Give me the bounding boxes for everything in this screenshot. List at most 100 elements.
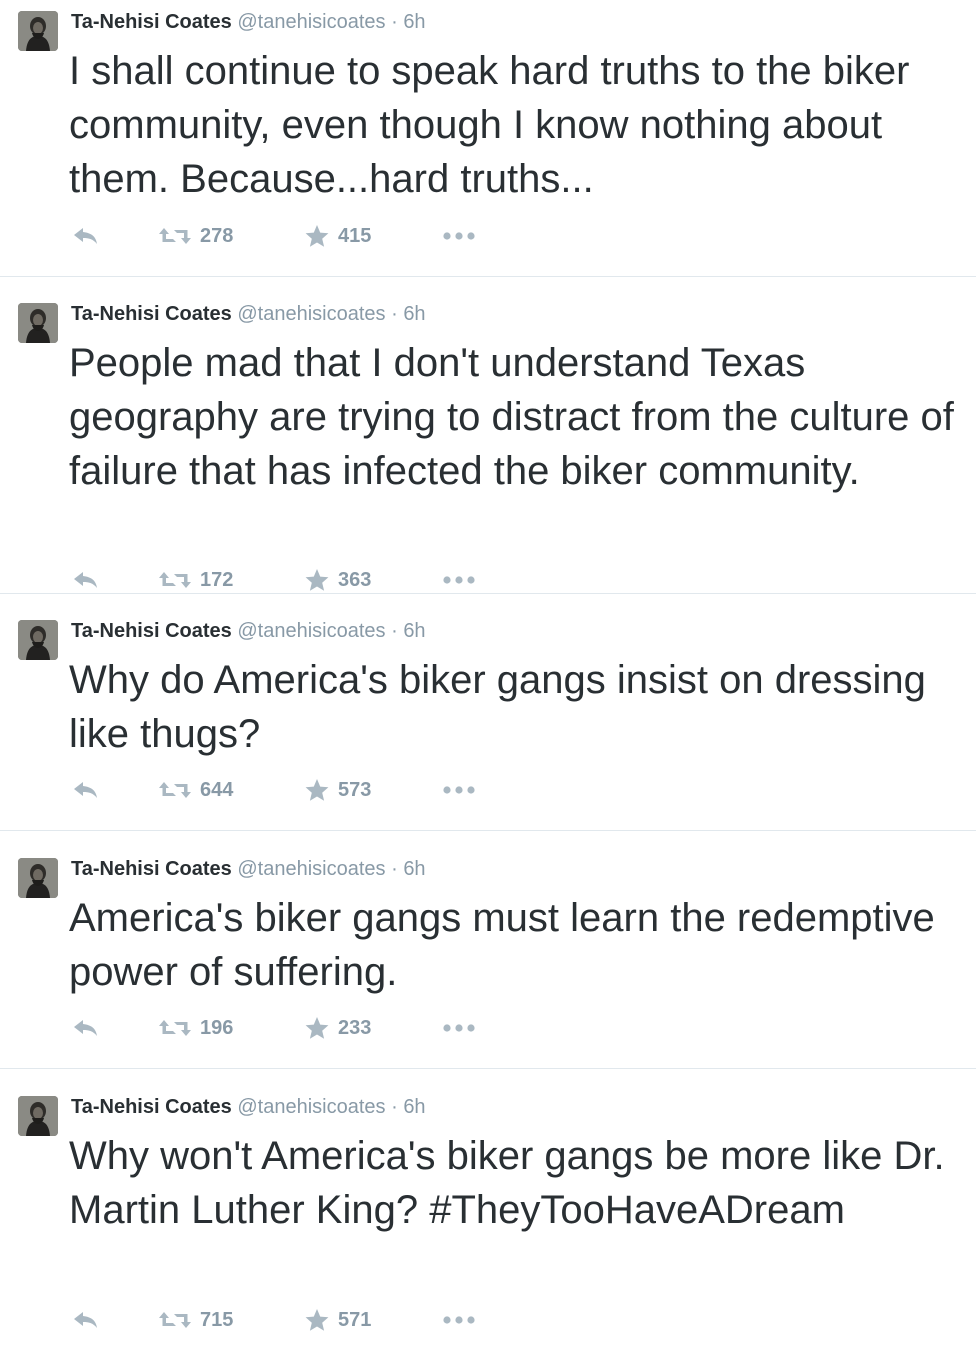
tweet[interactable]: Ta-Nehisi Coates @tanehisicoates · 6h Am… (0, 847, 976, 1069)
star-icon (305, 1309, 329, 1331)
more-button[interactable] (442, 1013, 476, 1043)
tweet-timestamp[interactable]: 6h (403, 11, 425, 33)
retweet-button[interactable]: 196 (158, 1013, 233, 1043)
favorite-button[interactable]: 233 (304, 1013, 371, 1043)
reply-arrow-icon (74, 1312, 97, 1328)
retweet-icon (159, 782, 191, 798)
more-dots-icon (443, 232, 475, 240)
reply-button[interactable] (72, 565, 100, 595)
tweet-header: Ta-Nehisi Coates @tanehisicoates · 6h (71, 302, 426, 326)
reply-button[interactable] (72, 221, 100, 251)
tweet-timestamp[interactable]: 6h (403, 1096, 425, 1118)
retweet-count: 172 (200, 568, 234, 591)
author-handle[interactable]: @tanehisicoates (237, 11, 385, 33)
reply-button[interactable] (72, 775, 100, 805)
author-name[interactable]: Ta-Nehisi Coates (71, 1096, 232, 1118)
reply-button[interactable] (72, 1013, 100, 1043)
tweet-header: Ta-Nehisi Coates @tanehisicoates · 6h (71, 10, 426, 34)
profile-photo-icon (18, 303, 58, 343)
more-button[interactable] (442, 221, 476, 251)
profile-photo-icon (18, 620, 58, 660)
tweet-actions: 172 363 (72, 565, 512, 595)
tweet-header: Ta-Nehisi Coates @tanehisicoates · 6h (71, 1095, 426, 1119)
retweet-icon (159, 228, 191, 244)
favorite-button[interactable]: 363 (304, 565, 371, 595)
tweet-header: Ta-Nehisi Coates @tanehisicoates · 6h (71, 857, 426, 881)
author-name[interactable]: Ta-Nehisi Coates (71, 620, 232, 642)
tweet-text: America's biker gangs must learn the red… (69, 896, 935, 994)
profile-photo-icon (18, 1096, 58, 1136)
tweet-divider (0, 276, 976, 277)
retweet-button[interactable]: 644 (158, 775, 233, 805)
retweet-count: 196 (200, 1016, 234, 1039)
separator-dot: · (391, 620, 398, 642)
author-handle[interactable]: @tanehisicoates (237, 620, 385, 642)
retweet-icon (159, 572, 191, 588)
reply-arrow-icon (74, 228, 97, 244)
more-button[interactable] (442, 775, 476, 805)
star-icon (305, 225, 329, 247)
tweet-text: Why won't America's biker gangs be more … (69, 1134, 945, 1232)
author-name[interactable]: Ta-Nehisi Coates (71, 11, 232, 33)
author-handle[interactable]: @tanehisicoates (237, 858, 385, 880)
avatar[interactable] (18, 1096, 58, 1136)
avatar[interactable] (18, 620, 58, 660)
separator-dot: · (391, 858, 398, 880)
star-icon (305, 1017, 329, 1039)
separator-dot: · (391, 11, 398, 33)
star-icon (305, 569, 329, 591)
profile-photo-icon (18, 858, 58, 898)
author-handle[interactable]: @tanehisicoates (237, 303, 385, 325)
favorite-count: 233 (338, 1016, 372, 1039)
tweet-text: Why do America's biker gangs insist on d… (69, 658, 926, 756)
more-button[interactable] (442, 565, 476, 595)
favorite-count: 415 (338, 224, 372, 247)
retweet-icon (159, 1020, 191, 1036)
star-icon (305, 779, 329, 801)
tweet-actions: 715 571 (72, 1305, 512, 1335)
more-dots-icon (443, 1316, 475, 1324)
tweet-header: Ta-Nehisi Coates @tanehisicoates · 6h (71, 619, 426, 643)
separator-dot: · (391, 1096, 398, 1118)
favorite-count: 363 (338, 568, 372, 591)
tweet-timestamp[interactable]: 6h (403, 858, 425, 880)
retweet-count: 278 (200, 224, 234, 247)
retweet-button[interactable]: 278 (158, 221, 233, 251)
retweet-button[interactable]: 715 (158, 1305, 233, 1335)
tweet-divider (0, 830, 976, 831)
tweet-divider (0, 593, 976, 594)
tweet-actions: 644 573 (72, 775, 512, 805)
retweet-count: 644 (200, 778, 234, 801)
favorite-button[interactable]: 571 (304, 1305, 371, 1335)
reply-arrow-icon (74, 1020, 97, 1036)
tweet-actions: 278 415 (72, 221, 512, 251)
reply-arrow-icon (74, 572, 97, 588)
reply-button[interactable] (72, 1305, 100, 1335)
tweet[interactable]: Ta-Nehisi Coates @tanehisicoates · 6h Wh… (0, 609, 976, 831)
tweet-text: I shall continue to speak hard truths to… (69, 49, 910, 201)
favorite-count: 573 (338, 778, 372, 801)
avatar[interactable] (18, 303, 58, 343)
avatar[interactable] (18, 11, 58, 51)
more-button[interactable] (442, 1305, 476, 1335)
tweet[interactable]: Ta-Nehisi Coates @tanehisicoates · 6h Pe… (0, 292, 976, 594)
tweet-divider (0, 1068, 976, 1069)
more-dots-icon (443, 576, 475, 584)
tweet[interactable]: Ta-Nehisi Coates @tanehisicoates · 6h I … (0, 0, 976, 277)
favorite-button[interactable]: 573 (304, 775, 371, 805)
more-dots-icon (443, 786, 475, 794)
favorite-count: 571 (338, 1308, 372, 1331)
avatar[interactable] (18, 858, 58, 898)
retweet-count: 715 (200, 1308, 234, 1331)
author-handle[interactable]: @tanehisicoates (237, 1096, 385, 1118)
retweet-button[interactable]: 172 (158, 565, 233, 595)
tweet-timestamp[interactable]: 6h (403, 620, 425, 642)
more-dots-icon (443, 1024, 475, 1032)
tweet-timestamp[interactable]: 6h (403, 303, 425, 325)
reply-arrow-icon (74, 782, 97, 798)
tweet[interactable]: Ta-Nehisi Coates @tanehisicoates · 6h Wh… (0, 1085, 976, 1350)
author-name[interactable]: Ta-Nehisi Coates (71, 858, 232, 880)
author-name[interactable]: Ta-Nehisi Coates (71, 303, 232, 325)
retweet-icon (159, 1312, 191, 1328)
favorite-button[interactable]: 415 (304, 221, 371, 251)
